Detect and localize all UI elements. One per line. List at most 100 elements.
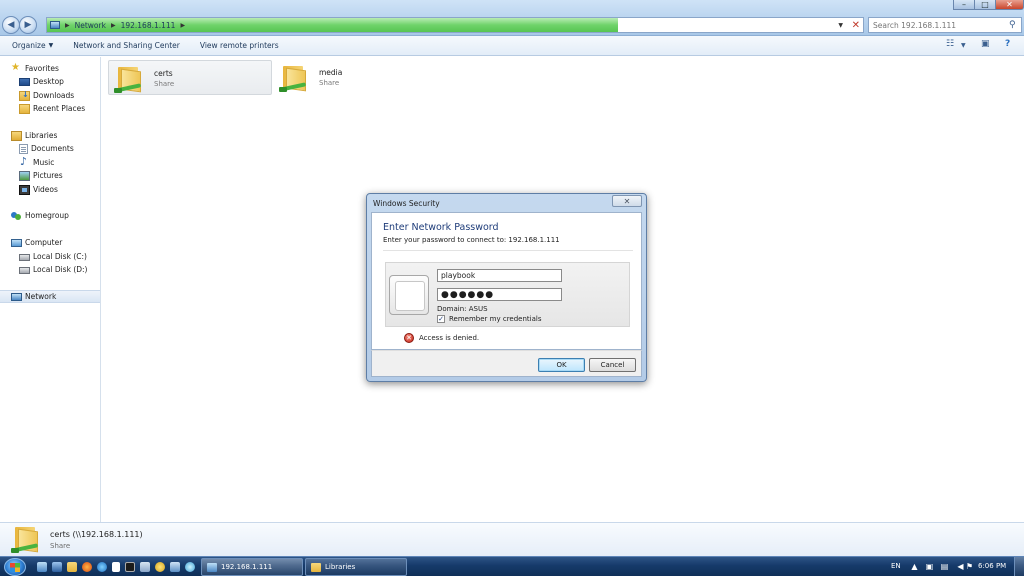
- remember-credentials-checkbox[interactable]: ✓ Remember my credentials: [437, 315, 541, 323]
- details-item-name: certs (\\192.168.1.111): [50, 530, 143, 539]
- back-button[interactable]: ◀: [2, 16, 20, 34]
- videos-icon: [19, 184, 30, 195]
- close-icon: ✕: [1006, 0, 1013, 9]
- libraries-icon: [11, 130, 22, 141]
- nav-libraries[interactable]: Libraries: [0, 129, 100, 142]
- quicklaunch-document-icon[interactable]: [112, 562, 120, 572]
- nav-local-disk-c[interactable]: Local Disk (C:): [0, 250, 100, 263]
- hard-disk-icon: [19, 254, 30, 261]
- nav-documents-label: Documents: [31, 144, 74, 153]
- quicklaunch-settings-icon[interactable]: [170, 562, 180, 572]
- user-tile-icon: [389, 275, 429, 315]
- nav-favorites-label: Favorites: [25, 64, 59, 73]
- music-icon: [19, 155, 30, 168]
- address-separator-icon[interactable]: ▶: [178, 22, 187, 29]
- quicklaunch-network-icon[interactable]: [37, 562, 47, 572]
- quicklaunch-firefox-icon[interactable]: [82, 562, 92, 572]
- nav-documents[interactable]: Documents: [0, 142, 100, 155]
- taskbar-clock[interactable]: 6:06 PM: [978, 562, 1006, 570]
- remember-credentials-label: Remember my credentials: [449, 315, 542, 323]
- preview-pane-icon[interactable]: ▣: [981, 39, 990, 49]
- show-hidden-icons-icon[interactable]: ▲: [910, 562, 919, 571]
- nav-downloads[interactable]: Downloads: [0, 89, 100, 102]
- nav-desktop[interactable]: Desktop: [0, 75, 100, 88]
- nav-local-disk-d[interactable]: Local Disk (D:): [0, 263, 100, 276]
- share-name: certs: [154, 69, 173, 78]
- forward-button[interactable]: ▶: [19, 16, 37, 34]
- username-field[interactable]: [437, 269, 562, 282]
- tray-device-icon[interactable]: ▣: [925, 562, 934, 571]
- nav-homegroup[interactable]: Homegroup: [0, 209, 100, 222]
- quicklaunch-terminal-icon[interactable]: [125, 562, 135, 572]
- network-sharing-center-button[interactable]: Network and Sharing Center: [63, 36, 190, 55]
- command-bar: Organize ▼ Network and Sharing Center Vi…: [0, 36, 1024, 56]
- computer-icon: [11, 238, 22, 247]
- quicklaunch-media-icon[interactable]: [185, 562, 195, 572]
- recent-places-icon: [19, 103, 30, 114]
- nav-network[interactable]: Network: [0, 290, 100, 303]
- error-text: Access is denied.: [419, 334, 480, 342]
- taskbar-button-libraries[interactable]: Libraries: [305, 558, 407, 576]
- minimize-icon: –: [962, 0, 966, 9]
- nav-videos-label: Videos: [33, 185, 58, 194]
- dialog-close-button[interactable]: ✕: [612, 195, 642, 207]
- change-view-icon[interactable]: ☷: [946, 39, 954, 49]
- nav-local-disk-c-label: Local Disk (C:): [33, 252, 87, 261]
- dialog-body: Enter Network Password Enter your passwo…: [371, 212, 642, 350]
- address-dropdown-icon[interactable]: ▼: [838, 18, 843, 32]
- organize-button[interactable]: Organize ▼: [0, 36, 63, 55]
- nav-downloads-label: Downloads: [33, 91, 75, 100]
- tray-flag-icon[interactable]: ⚑: [965, 562, 974, 571]
- password-field[interactable]: [437, 288, 562, 301]
- address-separator-icon[interactable]: ▶: [63, 22, 72, 29]
- help-icon[interactable]: ?: [1005, 39, 1010, 49]
- tray-volume-icon[interactable]: ◀: [956, 562, 965, 571]
- taskbar: 192.168.1.111 Libraries EN ▲ ▣ ▤ ◀ ⚑ 6:0…: [0, 556, 1024, 576]
- favorites-star-icon: [11, 62, 22, 74]
- nav-recent-places[interactable]: Recent Places: [0, 102, 100, 115]
- close-icon: ✕: [623, 196, 631, 206]
- view-options-dropdown-icon[interactable]: ▼: [961, 42, 966, 49]
- minimize-button[interactable]: –: [953, 0, 975, 10]
- cancel-button[interactable]: Cancel: [589, 358, 636, 372]
- libraries-icon: [311, 562, 321, 572]
- address-network-icon: [47, 18, 63, 32]
- start-button[interactable]: [4, 558, 26, 576]
- address-segment-network[interactable]: Network: [72, 18, 109, 32]
- address-bar[interactable]: ▶ Network ▶ 192.168.1.111 ▶ ▼ ✕: [46, 17, 864, 33]
- checkbox-checked-icon[interactable]: ✓: [437, 315, 445, 323]
- address-separator-icon[interactable]: ▶: [109, 22, 118, 29]
- nav-libraries-label: Libraries: [25, 131, 58, 140]
- dialog-title: Windows Security: [373, 199, 440, 208]
- quicklaunch-browser-icon[interactable]: [97, 562, 107, 572]
- maximize-button[interactable]: □: [974, 0, 996, 10]
- downloads-icon: [19, 90, 30, 101]
- nav-desktop-label: Desktop: [33, 77, 64, 86]
- nav-recent-places-label: Recent Places: [33, 104, 86, 113]
- share-item-certs[interactable]: certs Share: [108, 60, 272, 95]
- view-remote-printers-button[interactable]: View remote printers: [190, 36, 289, 55]
- quicklaunch-explorer-icon[interactable]: [67, 562, 77, 572]
- show-desktop-button[interactable]: [1014, 557, 1024, 576]
- window-title-bar: ◀ ▶ ▶ Network ▶ 192.168.1.111 ▶ ▼ ✕ ⚲ – …: [0, 0, 1024, 36]
- quicklaunch-tool-icon[interactable]: [140, 562, 150, 572]
- stop-loading-icon[interactable]: ✕: [852, 18, 860, 32]
- search-input[interactable]: [868, 17, 1022, 33]
- taskbar-button-network-window[interactable]: 192.168.1.111: [201, 558, 303, 576]
- search-icon[interactable]: ⚲: [1009, 20, 1016, 30]
- tray-network-icon[interactable]: ▤: [940, 562, 949, 571]
- quicklaunch-window-icon[interactable]: [52, 562, 62, 572]
- ok-button[interactable]: OK: [538, 358, 585, 372]
- share-item-media[interactable]: media Share: [274, 60, 394, 95]
- nav-music[interactable]: Music: [0, 155, 100, 169]
- input-language-indicator[interactable]: EN: [891, 562, 901, 570]
- address-segment-host[interactable]: 192.168.1.111: [118, 18, 179, 32]
- nav-videos[interactable]: Videos: [0, 183, 100, 196]
- quicklaunch-app-icon[interactable]: [155, 562, 165, 572]
- close-window-button[interactable]: ✕: [995, 0, 1024, 10]
- nav-computer[interactable]: Computer: [0, 236, 100, 249]
- nav-pictures[interactable]: Pictures: [0, 169, 100, 182]
- domain-label: Domain: ASUS: [437, 305, 488, 313]
- share-name: media: [319, 68, 343, 77]
- nav-favorites[interactable]: Favorites: [0, 62, 100, 75]
